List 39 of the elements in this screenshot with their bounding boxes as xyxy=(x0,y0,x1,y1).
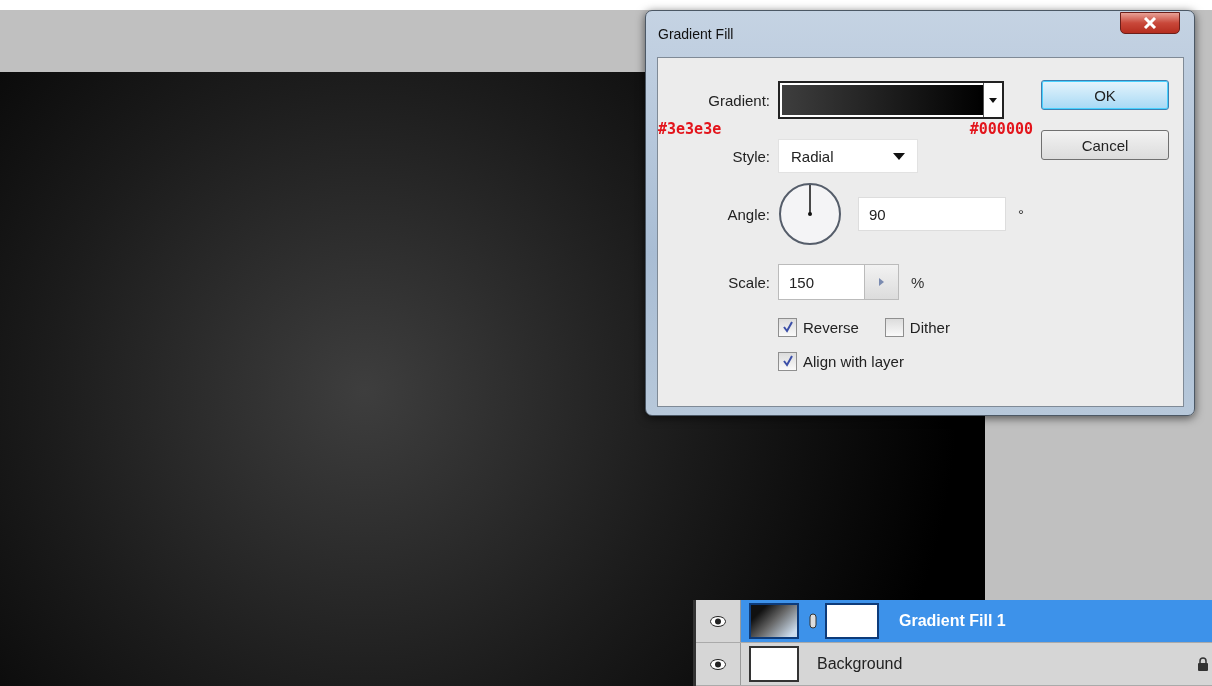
layer-row[interactable]: Background xyxy=(696,643,1212,686)
cancel-button[interactable]: Cancel xyxy=(1041,130,1169,160)
eye-icon[interactable] xyxy=(710,615,726,627)
ok-button[interactable]: OK xyxy=(1041,80,1169,110)
degree-unit: ° xyxy=(1018,205,1024,223)
dialog-title: Gradient Fill xyxy=(658,26,734,42)
checkbox[interactable] xyxy=(778,351,797,371)
checkbox[interactable] xyxy=(884,317,904,337)
eye-icon[interactable] xyxy=(710,658,726,670)
gradient-picker[interactable] xyxy=(778,81,1004,119)
layer-thumbnail xyxy=(749,646,799,682)
checkbox-label[interactable]: Dither xyxy=(909,318,950,336)
angle-field[interactable]: 90 xyxy=(858,197,1006,231)
angle-dial[interactable] xyxy=(778,182,842,246)
caret-icon xyxy=(989,97,997,103)
style-label: Style: xyxy=(731,147,771,165)
angle-label: Angle: xyxy=(726,205,771,223)
layer-thumbnail xyxy=(749,603,799,639)
start-color-note: #3e3e3e xyxy=(658,120,722,138)
caret-icon xyxy=(893,152,905,160)
scale-field[interactable]: 150 xyxy=(778,264,865,300)
layer-name: Gradient Fill 1 xyxy=(899,612,1007,630)
style-select[interactable]: Radial xyxy=(778,139,918,173)
close-icon xyxy=(1143,17,1157,29)
check-icon xyxy=(781,355,794,367)
check-icon xyxy=(781,321,794,333)
mask-thumbnail xyxy=(825,603,879,639)
gradient-label: Gradient: xyxy=(707,91,771,109)
end-color-note: #000000 xyxy=(969,120,1033,138)
scale-label: Scale: xyxy=(727,273,771,291)
close-button[interactable] xyxy=(1120,12,1180,34)
link-icon[interactable] xyxy=(809,613,817,629)
checkbox[interactable] xyxy=(778,317,797,337)
checkbox-label[interactable]: Align with layer xyxy=(803,352,904,370)
checkbox-label[interactable]: Reverse xyxy=(803,318,859,336)
lock-icon xyxy=(1197,657,1209,671)
triangle-icon xyxy=(879,278,884,286)
percent-unit: % xyxy=(911,273,925,291)
layer-name: Background xyxy=(817,655,904,673)
